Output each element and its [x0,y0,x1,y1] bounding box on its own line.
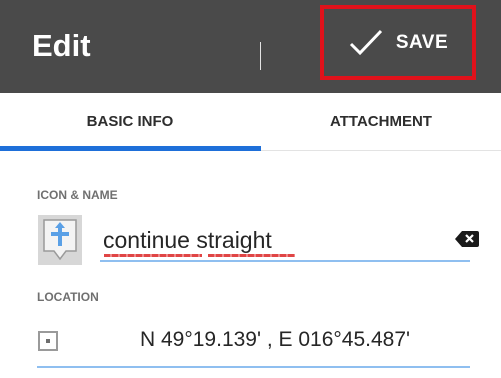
tab-selected-indicator [0,146,261,151]
tab-attachment[interactable]: ATTACHMENT [261,93,501,150]
location-section-label: LOCATION [37,290,99,304]
name-input-underline [100,260,470,262]
name-input[interactable] [103,224,463,256]
tab-divider [260,42,261,70]
backspace-clear-icon[interactable] [455,230,479,248]
save-button-label: SAVE [395,31,449,53]
tab-basic-info[interactable]: BASIC INFO [0,93,260,150]
toolbar-title: Edit [32,28,91,63]
location-dot [46,339,50,343]
icon-name-section-label: ICON & NAME [37,188,118,202]
location-underline [37,366,470,368]
location-coordinates[interactable]: N 49°19.139' , E 016°45.487' [140,328,410,352]
waypoint-turn-straight-icon[interactable] [38,215,82,265]
location-square-icon[interactable] [38,331,58,351]
check-icon [348,28,384,58]
save-button[interactable]: SAVE [320,5,476,80]
tab-bar: BASIC INFO ATTACHMENT [0,93,501,151]
app-toolbar: Edit SAVE [0,0,501,93]
spellcheck-underline [104,254,202,257]
spellcheck-underline [208,254,295,257]
